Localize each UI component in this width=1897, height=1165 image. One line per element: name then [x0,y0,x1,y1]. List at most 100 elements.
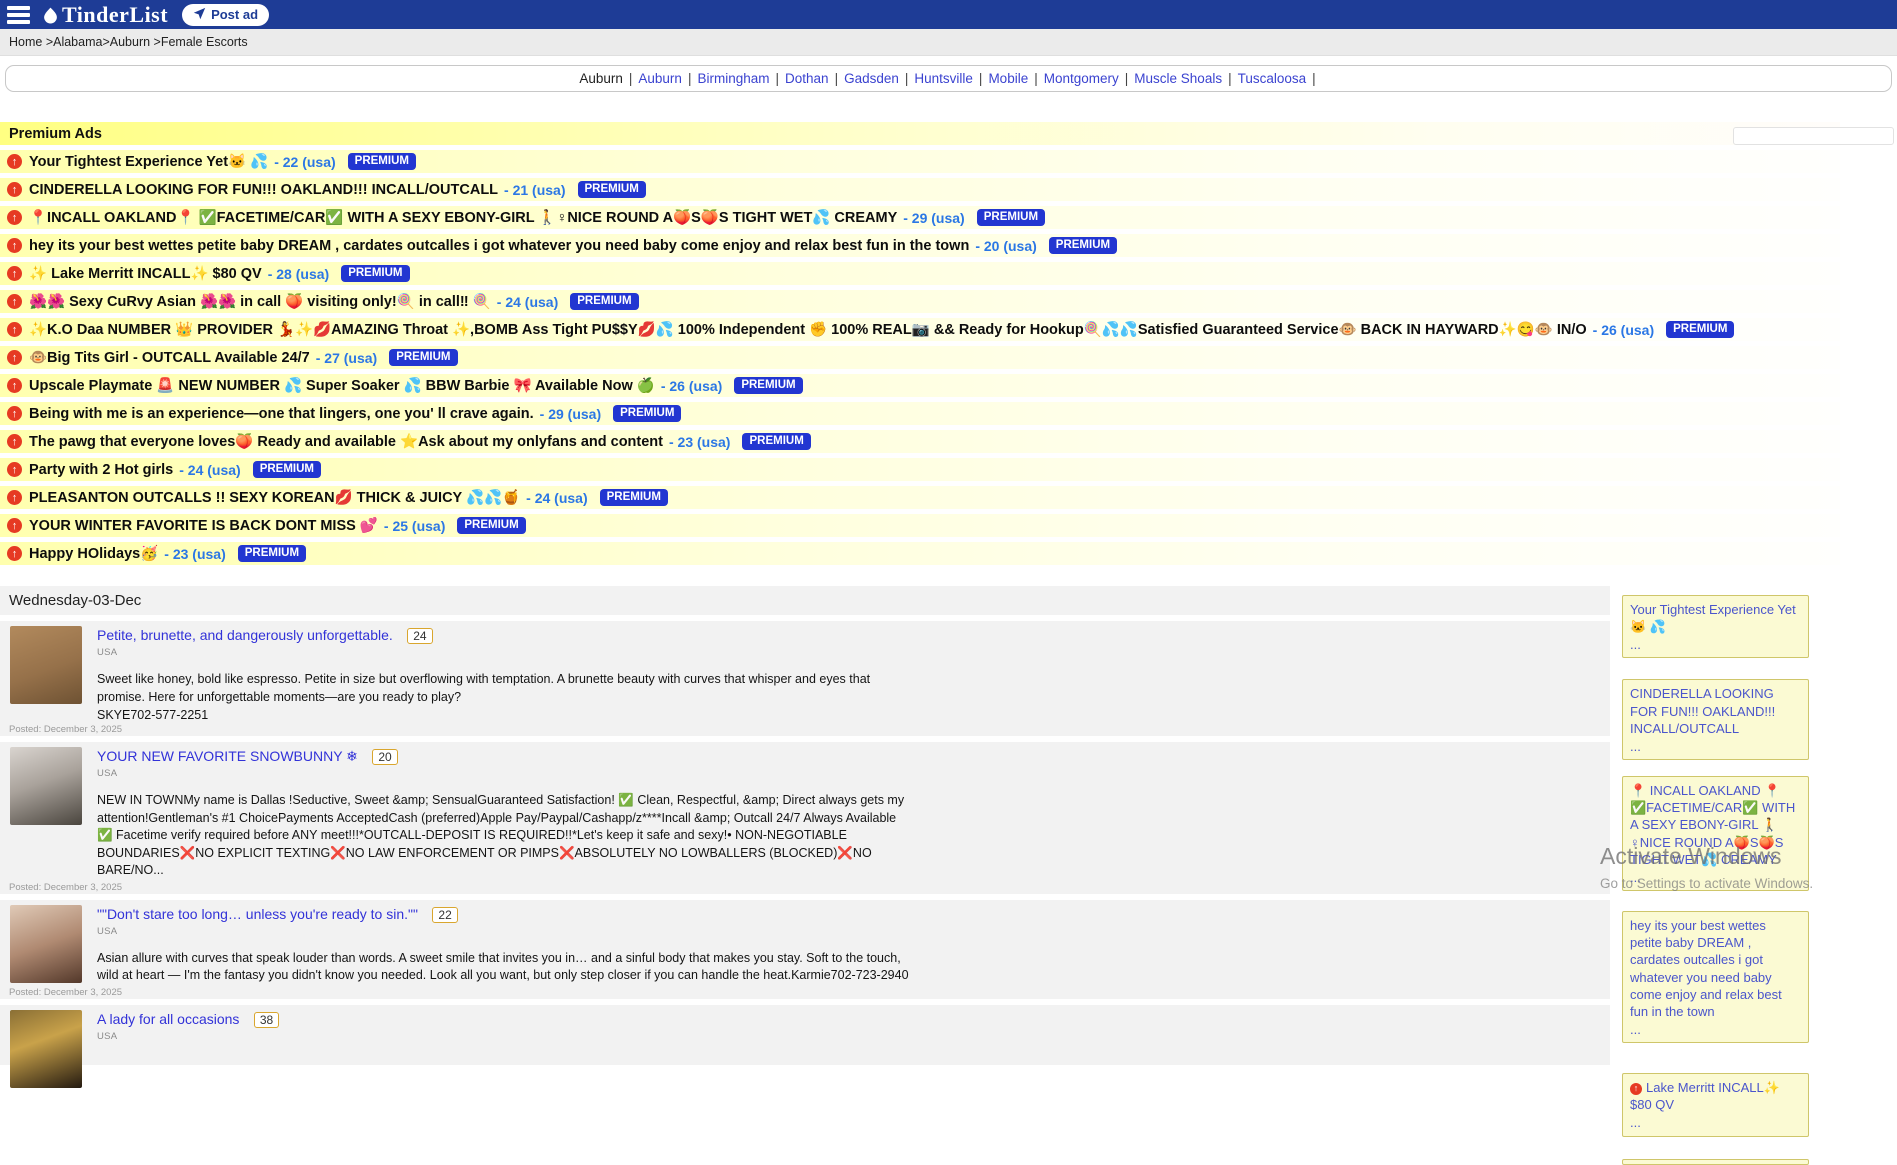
premium-ad-title[interactable]: Happy HOlidays🥳 [29,545,158,562]
premium-ad-row[interactable]: ↑ 🐵Big Tits Girl - OUTCALL Available 24/… [0,346,1840,369]
city-link-montgomery[interactable]: Montgomery [1044,71,1119,86]
premium-ad-row[interactable]: ↑ PLEASANTON OUTCALLS !! SEXY KOREAN💋 TH… [0,486,1840,509]
premium-ad-title[interactable]: 🌺🌺 Sexy CuRvy Asian 🌺🌺 in call 🍑 visitin… [29,293,491,310]
listing-title[interactable]: Petite, brunette, and dangerously unforg… [97,627,393,643]
premium-ad-row[interactable]: ↑ 🌺🌺 Sexy CuRvy Asian 🌺🌺 in call 🍑 visit… [0,290,1840,313]
city-link-tuscaloosa[interactable]: Tuscaloosa [1238,71,1307,86]
sidebar-ad-more[interactable]: ... [1630,636,1801,653]
sidebar-ad-more[interactable]: ... [1630,1021,1801,1038]
premium-ad-age[interactable]: - 25 (usa) [384,518,445,534]
sidebar-ad-more[interactable]: ... [1630,869,1801,886]
premium-ad-title[interactable]: YOUR WINTER FAVORITE IS BACK DONT MISS 💕 [29,517,378,534]
listing-row[interactable]: YOUR NEW FAVORITE SNOWBUNNY ❄ 20 USA NEW… [0,742,1610,894]
sidebar-ad-title[interactable]: 📍 INCALL OAKLAND 📍 ✅FACETIME/CAR✅ WITH A… [1630,783,1795,867]
premium-ad-age[interactable]: - 29 (usa) [540,406,601,422]
city-link-auburn-current[interactable]: Auburn [579,71,623,86]
listing-thumbnail[interactable] [10,905,82,983]
city-link-huntsville[interactable]: Huntsville [914,71,973,86]
listing-thumbnail[interactable] [10,1010,82,1088]
listing-row[interactable]: ""Don't stare too long… unless you're re… [0,900,1610,999]
sidebar-ad-box[interactable]: CINDERELLA LOOKING FOR FUN!!! OAKLAND!!!… [1622,679,1809,760]
premium-ad-age[interactable]: - 28 (usa) [268,266,329,282]
premium-badge[interactable]: PREMIUM [613,405,681,422]
premium-ad-age[interactable]: - 29 (usa) [903,210,964,226]
premium-ad-age[interactable]: - 24 (usa) [497,294,558,310]
premium-ad-row[interactable]: ↑ CINDERELLA LOOKING FOR FUN!!! OAKLAND!… [0,178,1840,201]
premium-ad-row[interactable]: ↑ hey its your best wettes petite baby D… [0,234,1840,257]
premium-badge[interactable]: PREMIUM [389,349,457,366]
sidebar-ad-more[interactable]: ... [1630,1114,1801,1131]
listing-title[interactable]: ""Don't stare too long… unless you're re… [97,906,418,922]
premium-badge[interactable]: PREMIUM [348,153,416,170]
premium-ad-row[interactable]: ↑ Party with 2 Hot girls - 24 (usa) PREM… [0,458,1840,481]
premium-ad-age[interactable]: - 23 (usa) [164,546,225,562]
city-link-gadsden[interactable]: Gadsden [844,71,899,86]
premium-ad-title[interactable]: 🐵Big Tits Girl - OUTCALL Available 24/7 [29,349,310,366]
premium-ad-age[interactable]: - 23 (usa) [669,434,730,450]
premium-badge[interactable]: PREMIUM [253,461,321,478]
sidebar-ad-more[interactable]: ... [1630,738,1801,755]
city-link-dothan[interactable]: Dothan [785,71,829,86]
premium-badge[interactable]: PREMIUM [578,181,646,198]
premium-ad-age[interactable]: - 24 (usa) [526,490,587,506]
premium-ad-age[interactable]: - 20 (usa) [975,238,1036,254]
premium-badge[interactable]: PREMIUM [1049,237,1117,254]
premium-badge[interactable]: PREMIUM [977,209,1045,226]
menu-icon[interactable] [7,6,30,24]
premium-ad-title[interactable]: 📍INCALL OAKLAND📍 ✅FACETIME/CAR✅ WITH A S… [29,209,897,226]
sidebar-ad-title[interactable]: hey its your best wettes petite baby DRE… [1630,918,1782,1019]
sidebar-ad-box[interactable]: Your Tightest Experience Yet🐱 💦 ... [1622,595,1809,658]
premium-ad-age[interactable]: - 27 (usa) [316,350,377,366]
premium-ad-row[interactable]: ↑ Your Tightest Experience Yet🐱 💦 - 22 (… [0,150,1840,173]
listing-title[interactable]: A lady for all occasions [97,1011,239,1027]
premium-ad-title[interactable]: CINDERELLA LOOKING FOR FUN!!! OAKLAND!!!… [29,182,498,198]
breadcrumb[interactable]: Home >Alabama>Auburn >Female Escorts [9,35,248,49]
premium-ad-age[interactable]: - 26 (usa) [1593,322,1654,338]
sidebar-ad-title[interactable]: Your Tightest Experience Yet🐱 💦 [1630,602,1796,634]
city-link-auburn[interactable]: Auburn [638,71,682,86]
premium-badge[interactable]: PREMIUM [457,517,525,534]
sidebar-ad-box[interactable]: hey its your best wettes petite baby DRE… [1622,911,1809,1043]
city-link-muscle-shoals[interactable]: Muscle Shoals [1134,71,1222,86]
premium-ad-title[interactable]: Being with me is an experience—one that … [29,406,534,422]
post-ad-button[interactable]: Post ad [182,4,269,26]
listing-title[interactable]: YOUR NEW FAVORITE SNOWBUNNY ❄ [97,748,358,764]
premium-ad-title[interactable]: Party with 2 Hot girls [29,462,173,478]
premium-ad-row[interactable]: ↑ Happy HOlidays🥳 - 23 (usa) PREMIUM [0,542,1840,565]
premium-badge[interactable]: PREMIUM [742,433,810,450]
city-link-mobile[interactable]: Mobile [988,71,1028,86]
premium-ad-title[interactable]: PLEASANTON OUTCALLS !! SEXY KOREAN💋 THIC… [29,489,520,506]
sidebar-ad-box[interactable]: ↑Lake Merritt INCALL✨ $80 QV ... [1622,1073,1809,1136]
listing-thumbnail[interactable] [10,747,82,825]
premium-badge[interactable]: PREMIUM [600,489,668,506]
premium-ad-title[interactable]: Upscale Playmate 🚨 NEW NUMBER 💦 Super So… [29,377,655,394]
premium-badge[interactable]: PREMIUM [341,265,409,282]
listing-row[interactable]: A lady for all occasions 38 USA [0,1005,1610,1065]
sidebar-ad-title[interactable]: CINDERELLA LOOKING FOR FUN!!! OAKLAND!!!… [1630,686,1775,735]
sidebar-ad-title[interactable]: Lake Merritt INCALL✨ $80 QV [1630,1080,1780,1112]
premium-ad-title[interactable]: Your Tightest Experience Yet🐱 💦 [29,153,268,170]
premium-badge[interactable]: PREMIUM [570,293,638,310]
premium-ad-row[interactable]: ↑ Upscale Playmate 🚨 NEW NUMBER 💦 Super … [0,374,1840,397]
premium-ad-row[interactable]: ↑ ✨K.O Daa NUMBER 👑 PROVIDER 💃✨💋AMAZING … [0,318,1840,341]
premium-ad-age[interactable]: - 24 (usa) [179,462,240,478]
listing-row[interactable]: Petite, brunette, and dangerously unforg… [0,621,1610,736]
brand-logo[interactable]: TinderList [42,2,168,28]
premium-ad-title[interactable]: ✨ Lake Merritt INCALL✨ $80 QV [29,265,262,282]
premium-ad-age[interactable]: - 21 (usa) [504,182,565,198]
premium-ad-row[interactable]: ↑ ✨ Lake Merritt INCALL✨ $80 QV - 28 (us… [0,262,1840,285]
premium-ad-title[interactable]: hey its your best wettes petite baby DRE… [29,238,969,254]
premium-ad-row[interactable]: ↑ Being with me is an experience—one tha… [0,402,1840,425]
city-link-birmingham[interactable]: Birmingham [697,71,769,86]
premium-ad-age[interactable]: - 22 (usa) [274,154,335,170]
premium-ad-title[interactable]: ✨K.O Daa NUMBER 👑 PROVIDER 💃✨💋AMAZING Th… [29,321,1587,338]
listing-thumbnail[interactable] [10,626,82,704]
premium-badge[interactable]: PREMIUM [734,377,802,394]
sidebar-ad-box[interactable]: 📍 INCALL OAKLAND 📍 ✅FACETIME/CAR✅ WITH A… [1622,776,1809,891]
premium-ad-row[interactable]: ↑ 📍INCALL OAKLAND📍 ✅FACETIME/CAR✅ WITH A… [0,206,1840,229]
premium-ad-title[interactable]: The pawg that everyone loves🍑 Ready and … [29,433,663,450]
premium-badge[interactable]: PREMIUM [238,545,306,562]
sidebar-ad-box-partial[interactable] [1622,1159,1809,1165]
premium-ad-row[interactable]: ↑ YOUR WINTER FAVORITE IS BACK DONT MISS… [0,514,1840,537]
premium-badge[interactable]: PREMIUM [1666,321,1734,338]
